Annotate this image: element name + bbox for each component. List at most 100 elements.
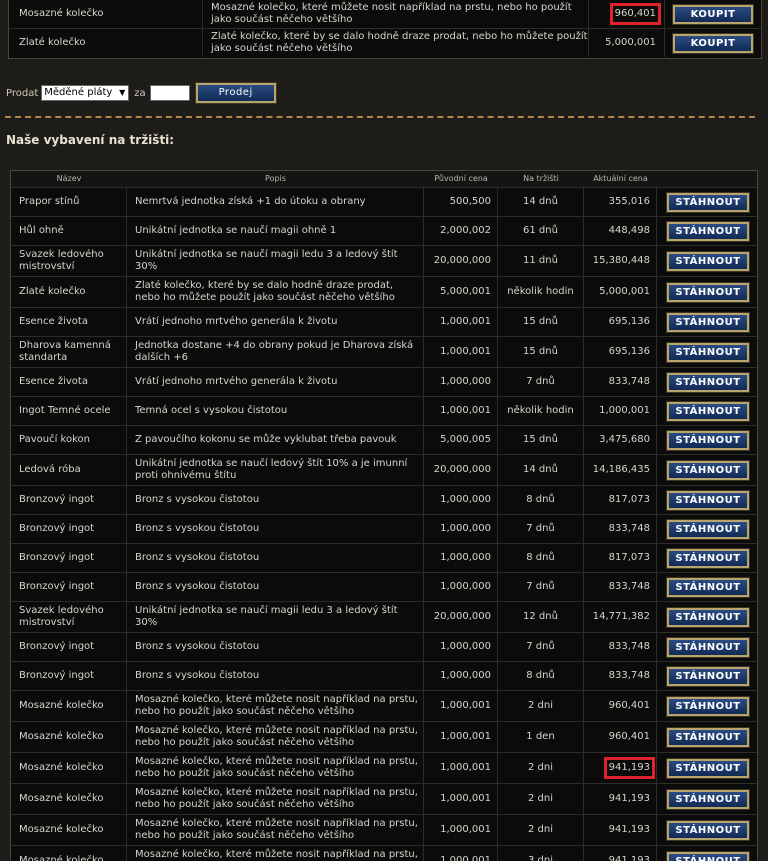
item-description: Bronz s vysokou čistotou bbox=[127, 662, 424, 690]
withdraw-button-cell: STÁHNOUT bbox=[657, 246, 757, 276]
table-row: Prapor stínů Nemrtvá jednotka získá +1 do… bbox=[11, 188, 757, 217]
original-price: 1,000,000 bbox=[424, 662, 498, 690]
withdraw-button[interactable]: STÁHNOUT bbox=[666, 726, 750, 748]
item-name: Mosazné kolečko bbox=[11, 784, 127, 814]
current-price: 14,771,382 bbox=[584, 602, 657, 632]
withdraw-button[interactable]: STÁHNOUT bbox=[666, 311, 750, 333]
item-description: Bronz s vysokou čistotou bbox=[127, 544, 424, 572]
item-name: Bronzový ingot bbox=[11, 662, 127, 690]
item-description: Bronz s vysokou čistotou bbox=[127, 573, 424, 601]
days-on-market: 8 dnů bbox=[498, 486, 584, 514]
days-on-market: 1 den bbox=[498, 722, 584, 752]
current-price: 817,073 bbox=[584, 486, 657, 514]
item-description: Mosazné kolečko, které můžete nosit např… bbox=[127, 815, 424, 845]
current-price: 5,000,001 bbox=[584, 277, 657, 307]
sell-select-value: Měděné pláty bbox=[44, 87, 113, 98]
withdraw-button[interactable]: STÁHNOUT bbox=[666, 819, 750, 841]
item-description: Mosazné kolečko, které můžete nosit např… bbox=[127, 846, 424, 861]
item-name: Bronzový ingot bbox=[11, 544, 127, 572]
buy-button[interactable]: KOUPIT bbox=[672, 32, 754, 54]
days-on-market: 14 dnů bbox=[498, 455, 584, 485]
sell-amount-input[interactable] bbox=[149, 85, 190, 101]
withdraw-button-cell: STÁHNOUT bbox=[657, 397, 757, 425]
item-name: Mosazné kolečko bbox=[11, 815, 127, 845]
withdraw-button[interactable]: STÁHNOUT bbox=[666, 250, 750, 272]
withdraw-button[interactable]: STÁHNOUT bbox=[666, 400, 750, 422]
withdraw-button[interactable]: STÁHNOUT bbox=[666, 606, 750, 628]
days-on-market: 14 dnů bbox=[498, 188, 584, 216]
item-name: Mosazné kolečko bbox=[9, 0, 203, 28]
table-row: Esence života Vrátí jednoho mrtvého gener… bbox=[11, 368, 757, 397]
chevron-down-icon: ▼ bbox=[119, 88, 126, 97]
days-on-market: 7 dnů bbox=[498, 515, 584, 543]
withdraw-button[interactable]: STÁHNOUT bbox=[666, 371, 750, 393]
table-row: Bronzový ingot Bronz s vysokou čistotou 1,… bbox=[11, 515, 757, 544]
column-header-name: Název bbox=[56, 174, 82, 183]
buy-button[interactable]: KOUPIT bbox=[672, 3, 754, 25]
withdraw-button-cell: STÁHNOUT bbox=[657, 691, 757, 721]
days-on-market: 11 dnů bbox=[498, 246, 584, 276]
item-name: Bronzový ingot bbox=[11, 515, 127, 543]
withdraw-button[interactable]: STÁHNOUT bbox=[666, 191, 750, 213]
withdraw-button[interactable]: STÁHNOUT bbox=[666, 850, 750, 861]
item-name: Mosazné kolečko bbox=[11, 846, 127, 861]
item-description: Bronz s vysokou čistotou bbox=[127, 515, 424, 543]
withdraw-button[interactable]: STÁHNOUT bbox=[666, 459, 750, 481]
withdraw-button-cell: STÁHNOUT bbox=[657, 368, 757, 396]
current-price: 15,380,448 bbox=[584, 246, 657, 276]
item-name: Esence života bbox=[11, 368, 127, 396]
item-name: Ingot Temné ocele bbox=[11, 397, 127, 425]
original-price: 1,000,001 bbox=[424, 784, 498, 814]
table-row: Bronzový ingot Bronz s vysokou čistotou 1,… bbox=[11, 573, 757, 602]
item-name: Esence života bbox=[11, 308, 127, 336]
original-price: 1,000,000 bbox=[424, 486, 498, 514]
current-price: 14,186,435 bbox=[584, 455, 657, 485]
buy-button-cell: KOUPIT bbox=[665, 29, 761, 57]
table-row: Pavoučí kokon Z pavoučího kokonu se může … bbox=[11, 426, 757, 455]
item-name: Svazek ledového mistrovství bbox=[11, 246, 127, 276]
days-on-market: 7 dnů bbox=[498, 573, 584, 601]
original-price: 500,500 bbox=[424, 188, 498, 216]
withdraw-button[interactable]: STÁHNOUT bbox=[666, 281, 750, 303]
withdraw-button-cell: STÁHNOUT bbox=[657, 455, 757, 485]
withdraw-button[interactable]: STÁHNOUT bbox=[666, 518, 750, 540]
current-price: 833,748 bbox=[584, 662, 657, 690]
withdraw-button-cell: STÁHNOUT bbox=[657, 486, 757, 514]
table-row: Mosazné kolečko Mosazné kolečko, které mů… bbox=[11, 722, 757, 753]
current-price: 817,073 bbox=[584, 544, 657, 572]
item-description: Mosazné kolečko, které můžete nosit např… bbox=[203, 0, 589, 28]
withdraw-button[interactable]: STÁHNOUT bbox=[666, 341, 750, 363]
current-price: 941,193 bbox=[584, 815, 657, 845]
withdraw-button[interactable]: STÁHNOUT bbox=[666, 220, 750, 242]
withdraw-button[interactable]: STÁHNOUT bbox=[666, 757, 750, 779]
withdraw-button[interactable]: STÁHNOUT bbox=[666, 489, 750, 511]
for-label: za bbox=[134, 87, 146, 99]
days-on-market: několik hodin bbox=[498, 397, 584, 425]
days-on-market: 12 dnů bbox=[498, 602, 584, 632]
withdraw-button[interactable]: STÁHNOUT bbox=[666, 788, 750, 810]
current-price: 355,016 bbox=[584, 188, 657, 216]
sell-item-select[interactable]: Měděné pláty ▼ bbox=[41, 85, 130, 101]
withdraw-button[interactable]: STÁHNOUT bbox=[666, 636, 750, 658]
item-name: Mosazné kolečko bbox=[11, 753, 127, 783]
highlighted-price: 941,193 bbox=[603, 757, 656, 779]
table-row: Bronzový ingot Bronz s vysokou čistotou 1,… bbox=[11, 544, 757, 573]
current-price: 695,136 bbox=[584, 308, 657, 336]
withdraw-button-cell: STÁHNOUT bbox=[657, 426, 757, 454]
sell-button[interactable]: Prodej bbox=[194, 82, 277, 104]
item-name: Svazek ledového mistrovství bbox=[11, 602, 127, 632]
withdraw-button[interactable]: STÁHNOUT bbox=[666, 665, 750, 687]
days-on-market: 8 dnů bbox=[498, 662, 584, 690]
withdraw-button[interactable]: STÁHNOUT bbox=[666, 547, 750, 569]
current-price: 833,748 bbox=[584, 633, 657, 661]
withdraw-button[interactable]: STÁHNOUT bbox=[666, 429, 750, 451]
withdraw-button[interactable]: STÁHNOUT bbox=[666, 576, 750, 598]
item-description: Z pavoučího kokonu se může vyklubat třeb… bbox=[127, 426, 424, 454]
buy-button-cell: KOUPIT bbox=[665, 0, 761, 28]
table-row: Mosazné kolečko Mosazné kolečko, které mů… bbox=[11, 846, 757, 861]
item-name: Mosazné kolečko bbox=[11, 722, 127, 752]
withdraw-button-cell: STÁHNOUT bbox=[657, 633, 757, 661]
column-header-current-price: Aktuální cena bbox=[593, 174, 648, 183]
table-row: Ledová róba Unikátní jednotka se naučí le… bbox=[11, 455, 757, 486]
withdraw-button[interactable]: STÁHNOUT bbox=[666, 695, 750, 717]
